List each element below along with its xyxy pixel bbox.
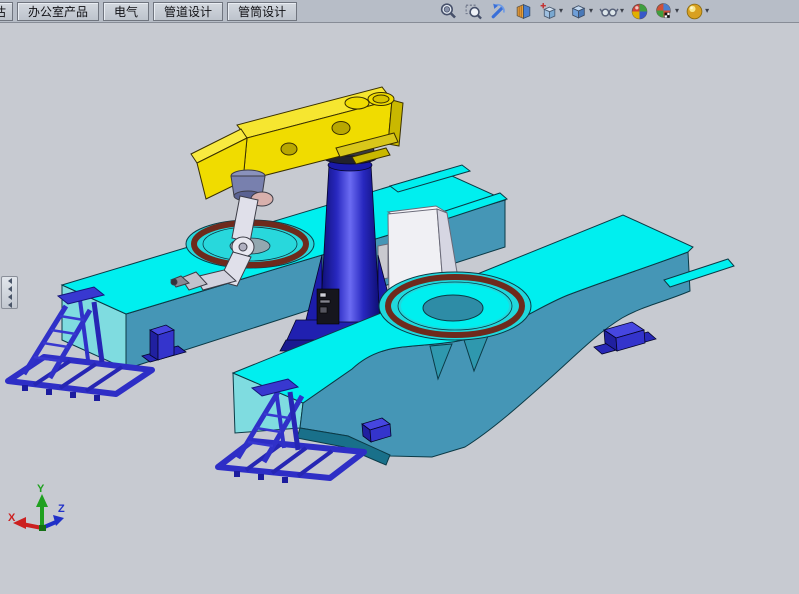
command-tabs: 估 办公室产品 电气 管道设计 管筒设计 xyxy=(0,2,297,21)
tab-office-products[interactable]: 办公室产品 xyxy=(17,2,99,21)
dropdown-arrow-icon[interactable]: ▾ xyxy=(559,1,563,21)
front-slewing-ring[interactable] xyxy=(379,272,531,340)
section-view-icon xyxy=(514,2,533,21)
triad-x-label: X xyxy=(8,512,16,524)
dropdown-arrow-icon[interactable]: ▾ xyxy=(705,1,709,21)
display-style-icon xyxy=(569,2,588,21)
collapse-arrow-icon xyxy=(8,294,12,300)
3d-viewport[interactable]: X Y Z xyxy=(0,0,799,589)
zoom-to-area-button[interactable] xyxy=(461,0,486,22)
view-toolbar: ▾ ▾ ▾ xyxy=(436,1,712,21)
command-manager-bar: 估 办公室产品 电气 管道设计 管筒设计 xyxy=(0,0,799,23)
view-orientation-icon xyxy=(539,2,558,21)
column-control-box[interactable] xyxy=(317,289,339,324)
rotate-view-button[interactable] xyxy=(486,0,511,22)
view-settings-button[interactable]: ▾ xyxy=(682,0,712,22)
dropdown-arrow-icon[interactable]: ▾ xyxy=(620,1,624,21)
tab-piping-design[interactable]: 管道设计 xyxy=(153,2,223,21)
triad-y-label: Y xyxy=(37,483,45,495)
tab-evaluate-partial[interactable]: 估 xyxy=(0,2,13,21)
dropdown-arrow-icon[interactable]: ▾ xyxy=(675,1,679,21)
collapse-arrow-icon xyxy=(8,286,12,292)
tab-electrical[interactable]: 电气 xyxy=(103,2,149,21)
apply-scene-button[interactable]: ▾ xyxy=(652,0,682,22)
apply-scene-icon xyxy=(655,2,674,21)
hide-show-items-icon xyxy=(599,2,619,21)
section-view-button[interactable] xyxy=(511,0,536,22)
graphics-area[interactable]: X Y Z xyxy=(0,0,799,594)
tab-tubing-design[interactable]: 管筒设计 xyxy=(227,2,297,21)
edit-appearance-button[interactable] xyxy=(627,0,652,22)
dropdown-arrow-icon[interactable]: ▾ xyxy=(589,1,593,21)
collapse-arrow-icon xyxy=(8,278,12,284)
zoom-to-fit-icon xyxy=(439,2,458,21)
rotate-view-icon xyxy=(489,2,508,21)
zoom-to-area-icon xyxy=(464,2,483,21)
edit-appearance-icon xyxy=(630,2,649,21)
zoom-to-fit-button[interactable] xyxy=(436,0,461,22)
collapse-arrow-icon xyxy=(8,302,12,308)
triad-z-label: Z xyxy=(58,503,65,515)
view-orientation-button[interactable]: ▾ xyxy=(536,0,566,22)
orientation-triad: X Y Z xyxy=(8,483,65,531)
display-style-button[interactable]: ▾ xyxy=(566,0,596,22)
hide-show-items-button[interactable]: ▾ xyxy=(596,0,627,22)
panel-flyout-button[interactable] xyxy=(1,276,18,309)
view-settings-icon xyxy=(685,2,704,21)
